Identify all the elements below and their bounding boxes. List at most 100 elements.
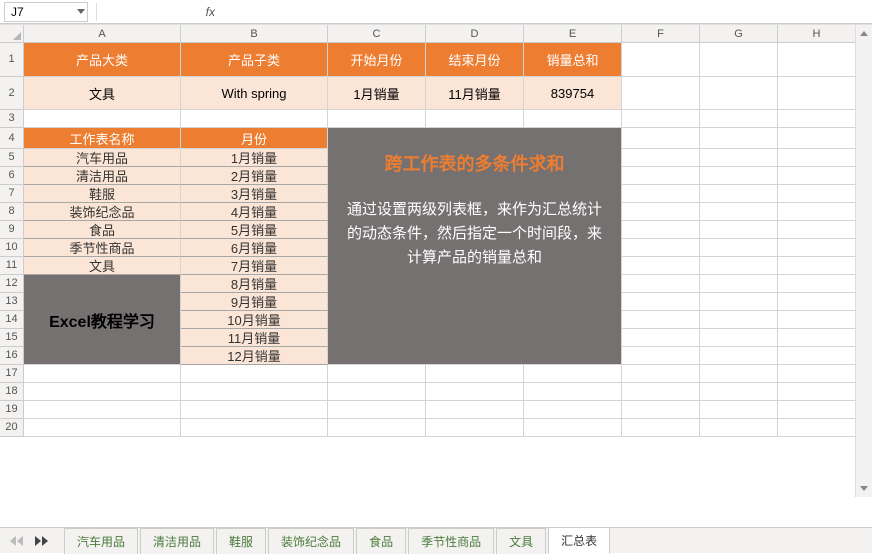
month-9[interactable]: 10月销量 (181, 311, 328, 329)
month-7[interactable]: 8月销量 (181, 275, 328, 293)
row-header-16[interactable]: 16 (0, 347, 24, 365)
row2-C[interactable]: 1月销量 (328, 77, 426, 110)
cell-bg[interactable] (181, 383, 328, 401)
month-2[interactable]: 3月销量 (181, 185, 328, 203)
month-3[interactable]: 4月销量 (181, 203, 328, 221)
row-header-8[interactable]: 8 (0, 203, 24, 221)
cell-bg[interactable] (700, 239, 778, 257)
cell-bg[interactable] (622, 401, 700, 419)
row-header-12[interactable]: 12 (0, 275, 24, 293)
cell-bg[interactable] (700, 167, 778, 185)
cell-bg[interactable] (700, 221, 778, 239)
cell-bg[interactable] (181, 365, 328, 383)
row-header-13[interactable]: 13 (0, 293, 24, 311)
row-header-18[interactable]: 18 (0, 383, 24, 401)
sheetname-4[interactable]: 食品 (24, 221, 181, 239)
cell-bg[interactable] (778, 365, 856, 383)
cell-bg[interactable] (778, 419, 856, 437)
cell-bg[interactable] (622, 77, 700, 110)
row-header-6[interactable]: 6 (0, 167, 24, 185)
cell-bg[interactable] (622, 221, 700, 239)
cell-bg[interactable] (524, 419, 622, 437)
cell-bg[interactable] (778, 275, 856, 293)
month-0[interactable]: 1月销量 (181, 149, 328, 167)
cell-bg[interactable] (622, 347, 700, 365)
cell-bg[interactable] (700, 311, 778, 329)
cell-bg[interactable] (524, 401, 622, 419)
row-header-19[interactable]: 19 (0, 401, 24, 419)
sheet-tab-5[interactable]: 季节性商品 (408, 528, 494, 554)
sheet-tab-6[interactable]: 文具 (496, 528, 546, 554)
month-5[interactable]: 6月销量 (181, 239, 328, 257)
sheet-tab-3[interactable]: 装饰纪念品 (268, 528, 354, 554)
month-11[interactable]: 12月销量 (181, 347, 328, 365)
cell-bg[interactable] (524, 383, 622, 401)
month-6[interactable]: 7月销量 (181, 257, 328, 275)
col-header-G[interactable]: G (700, 25, 778, 43)
cell-bg[interactable] (328, 419, 426, 437)
cell-bg[interactable] (622, 149, 700, 167)
chevron-down-icon[interactable] (77, 9, 85, 14)
tab-nav-prev-icon[interactable] (17, 536, 23, 546)
cell-bg[interactable] (622, 329, 700, 347)
tab-nav-first-icon[interactable] (10, 536, 16, 546)
cell-bg[interactable] (778, 110, 856, 128)
month-8[interactable]: 9月销量 (181, 293, 328, 311)
cell-bg[interactable] (24, 419, 181, 437)
cell-bg[interactable] (622, 311, 700, 329)
cell-bg[interactable] (426, 419, 524, 437)
col-header-A[interactable]: A (24, 25, 181, 43)
vertical-scrollbar[interactable] (855, 25, 872, 497)
tab-nav-last-icon[interactable] (42, 536, 48, 546)
cell-bg[interactable] (700, 365, 778, 383)
fx-icon[interactable]: fx (105, 5, 215, 19)
cell-bg[interactable] (622, 383, 700, 401)
cell-bg[interactable] (622, 110, 700, 128)
cell-bg[interactable] (328, 401, 426, 419)
cell-bg[interactable] (778, 383, 856, 401)
hdr4-A[interactable]: 工作表名称 (24, 128, 181, 149)
cell-bg[interactable] (328, 110, 426, 128)
cell-bg[interactable] (181, 401, 328, 419)
sheet-tab-7[interactable]: 汇总表 (548, 527, 610, 554)
hdr1-E[interactable]: 销量总和 (524, 43, 622, 77)
cell-bg[interactable] (778, 329, 856, 347)
row-header-20[interactable]: 20 (0, 419, 24, 437)
hdr1-B[interactable]: 产品子类 (181, 43, 328, 77)
cell-bg[interactable] (700, 275, 778, 293)
cell-bg[interactable] (700, 257, 778, 275)
cell-bg[interactable] (622, 203, 700, 221)
cell-bg[interactable] (622, 43, 700, 77)
sheet-tab-1[interactable]: 清洁用品 (140, 528, 214, 554)
cell-bg[interactable] (622, 239, 700, 257)
cell-bg[interactable] (24, 401, 181, 419)
cell-bg[interactable] (700, 149, 778, 167)
hdr1-C[interactable]: 开始月份 (328, 43, 426, 77)
month-10[interactable]: 11月销量 (181, 329, 328, 347)
sheet-tab-2[interactable]: 鞋服 (216, 528, 266, 554)
row-header-3[interactable]: 3 (0, 110, 24, 128)
cell-bg[interactable] (700, 293, 778, 311)
cell-bg[interactable] (426, 365, 524, 383)
row2-E[interactable]: 839754 (524, 77, 622, 110)
cell-bg[interactable] (778, 149, 856, 167)
cell-bg[interactable] (700, 77, 778, 110)
row2-B[interactable]: With spring (181, 77, 328, 110)
cell-bg[interactable] (328, 365, 426, 383)
col-header-C[interactable]: C (328, 25, 426, 43)
row2-A[interactable]: 文具 (24, 77, 181, 110)
row-header-10[interactable]: 10 (0, 239, 24, 257)
cell-bg[interactable] (622, 257, 700, 275)
hdr1-A[interactable]: 产品大类 (24, 43, 181, 77)
col-header-H[interactable]: H (778, 25, 856, 43)
cell-bg[interactable] (524, 110, 622, 128)
sheetname-2[interactable]: 鞋服 (24, 185, 181, 203)
formula-input[interactable] (221, 2, 872, 22)
cell-bg[interactable] (700, 185, 778, 203)
cell-bg[interactable] (700, 401, 778, 419)
hdr1-D[interactable]: 结束月份 (426, 43, 524, 77)
cell-bg[interactable] (328, 383, 426, 401)
cell-bg[interactable] (700, 43, 778, 77)
row2-D[interactable]: 11月销量 (426, 77, 524, 110)
cell-bg[interactable] (181, 110, 328, 128)
